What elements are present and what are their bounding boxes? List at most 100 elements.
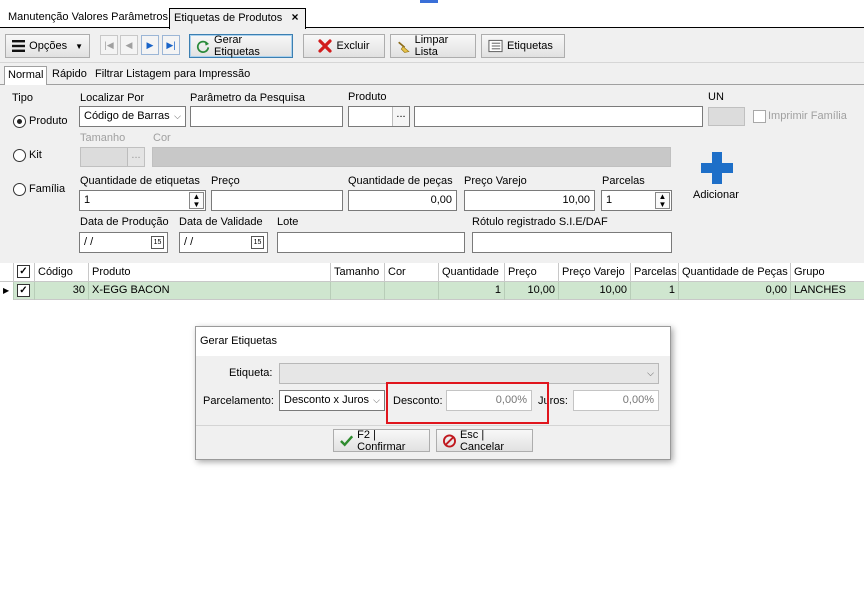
check-icon[interactable]: ✓ xyxy=(17,284,30,297)
nav-first-button[interactable]: |◀ xyxy=(100,35,118,55)
dialog-title: Gerar Etiquetas xyxy=(196,327,670,356)
radio-familia[interactable] xyxy=(13,183,26,196)
etiqueta-select[interactable]: ⌵ xyxy=(279,363,659,384)
radio-produto[interactable] xyxy=(13,115,26,128)
parcelas-label: Parcelas xyxy=(602,175,645,187)
nav-last-button[interactable]: ▶| xyxy=(162,35,180,55)
col-parcelas[interactable]: Parcelas xyxy=(631,263,679,282)
subtab-filtrar-listagem[interactable]: Filtrar Listagem para Impressão xyxy=(92,66,253,85)
radio-kit[interactable] xyxy=(13,149,26,162)
calendar-icon[interactable]: 15 xyxy=(251,236,264,249)
lote-input[interactable] xyxy=(277,232,465,253)
grid-select-all[interactable]: ✓ xyxy=(14,263,35,282)
localizar-por-select[interactable]: Código de Barras ⌵ xyxy=(79,106,186,127)
table-row[interactable]: ▶ ✓ 30 X-EGG BACON 1 10,00 10,00 1 0,00 … xyxy=(0,282,864,300)
cancelar-button[interactable]: Esc | Cancelar xyxy=(436,429,533,453)
col-grupo[interactable]: Grupo xyxy=(791,263,864,282)
etiquetas-button[interactable]: Etiquetas xyxy=(481,34,565,58)
preco-varejo-input[interactable]: 10,00 xyxy=(464,190,595,211)
row-pointer-icon: ▶ xyxy=(0,282,14,300)
cell-preco-varejo: 10,00 xyxy=(559,282,631,300)
row-select-cell[interactable]: ✓ xyxy=(14,282,35,300)
col-quantidade[interactable]: Quantidade xyxy=(439,263,505,282)
col-tamanho[interactable]: Tamanho xyxy=(331,263,385,282)
parcelamento-label: Parcelamento: xyxy=(203,395,274,407)
data-validade-label: Data de Validade xyxy=(179,216,263,228)
cell-qtd-pecas: 0,00 xyxy=(679,282,791,300)
cell-produto: X-EGG BACON xyxy=(89,282,331,300)
excluir-button[interactable]: Excluir xyxy=(303,34,385,58)
refresh-icon xyxy=(196,40,210,53)
confirmar-label: F2 | Confirmar xyxy=(357,428,406,453)
spinner-icon[interactable]: ▲ ▼ xyxy=(655,192,670,209)
calendar-icon[interactable]: 15 xyxy=(151,236,164,249)
gerar-etiquetas-button[interactable]: Gerar Etiquetas xyxy=(189,34,293,58)
highlight-box xyxy=(386,382,549,424)
produto-lookup-button[interactable]: ... xyxy=(392,107,409,126)
un-label: UN xyxy=(708,91,724,103)
chevron-down-icon: ⌵ xyxy=(647,368,654,378)
cor-label: Cor xyxy=(153,132,171,144)
qtd-pecas-input[interactable]: 0,00 xyxy=(348,190,457,211)
cor-input xyxy=(152,147,671,167)
cell-cor xyxy=(385,282,439,300)
col-cor[interactable]: Cor xyxy=(385,263,439,282)
etiqueta-label: Etiqueta: xyxy=(229,367,273,379)
tamanho-input: ... xyxy=(80,147,145,167)
tab-manutencao-valores[interactable]: Manutenção Valores Parâmetros xyxy=(4,8,172,28)
data-validade-input[interactable]: / / 15 xyxy=(179,232,268,253)
parcelamento-select[interactable]: Desconto x Juros ⌵ xyxy=(279,390,385,411)
produto-code-input[interactable]: ... xyxy=(348,106,410,127)
hamburger-icon xyxy=(12,40,26,52)
subtab-rapido[interactable]: Rápido xyxy=(49,66,90,85)
excluir-label: Excluir xyxy=(336,40,370,52)
qtd-etiquetas-input[interactable]: 1 ▲ ▼ xyxy=(79,190,206,211)
limpar-lista-label: Limpar Lista xyxy=(414,34,449,58)
confirmar-button[interactable]: F2 | Confirmar xyxy=(333,428,430,453)
col-codigo[interactable]: Código xyxy=(35,263,89,282)
options-label: Opções xyxy=(29,40,68,52)
check-icon[interactable]: ✓ xyxy=(17,265,30,278)
window-marker xyxy=(420,0,438,3)
document-tab-bar: Manutenção Valores Parâmetros Etiquetas … xyxy=(0,5,864,29)
col-preco-varejo[interactable]: Preço Varejo xyxy=(559,263,631,282)
preco-input[interactable] xyxy=(211,190,343,211)
produto-description-input[interactable] xyxy=(414,106,703,127)
juros-input[interactable]: 0,00% xyxy=(573,390,659,411)
parametro-input[interactable] xyxy=(190,106,343,127)
grid-indicator-header xyxy=(0,263,14,282)
data-producao-input[interactable]: / / 15 xyxy=(79,232,168,253)
options-button[interactable]: Opções ▼ xyxy=(5,34,90,58)
close-tab-icon[interactable]: × xyxy=(288,11,302,25)
grid-header: ✓ Código Produto Tamanho Cor Quantidade … xyxy=(0,263,864,282)
col-produto[interactable]: Produto xyxy=(89,263,331,282)
cell-preco: 10,00 xyxy=(505,282,559,300)
cancel-icon xyxy=(443,434,456,447)
imprimir-familia-checkbox[interactable] xyxy=(753,110,766,123)
adicionar-button[interactable] xyxy=(699,150,735,186)
check-icon xyxy=(340,434,354,447)
nav-prev-button[interactable]: ◀ xyxy=(120,35,138,55)
radio-produto-label: Produto xyxy=(29,115,68,127)
cell-grupo: LANCHES xyxy=(794,284,846,296)
chevron-down-icon: ▼ xyxy=(75,41,83,51)
col-qtd-pecas[interactable]: Quantidade de Peças xyxy=(679,263,791,282)
imprimir-familia-label: Imprimir Família xyxy=(768,110,847,122)
nav-next-button[interactable]: ▶ xyxy=(141,35,159,55)
parcelamento-value: Desconto x Juros xyxy=(284,394,369,406)
data-producao-value: / / xyxy=(84,236,94,248)
parcelas-value: 1 xyxy=(606,194,613,206)
qtd-pecas-label: Quantidade de peças xyxy=(348,175,453,187)
rotulo-input[interactable] xyxy=(472,232,672,253)
plus-icon xyxy=(701,152,733,184)
subtab-normal[interactable]: Normal xyxy=(4,66,48,86)
col-preco[interactable]: Preço xyxy=(505,263,559,282)
preco-label: Preço xyxy=(211,175,240,187)
limpar-lista-button[interactable]: Limpar Lista xyxy=(390,34,476,58)
tab-etiquetas-produtos[interactable]: Etiquetas de Produtos × xyxy=(169,8,306,29)
tamanho-label: Tamanho xyxy=(80,132,126,144)
radio-familia-label: Família xyxy=(29,183,66,195)
etiquetas-label: Etiquetas xyxy=(507,40,553,52)
parcelas-input[interactable]: 1 ▲ ▼ xyxy=(601,190,672,211)
spinner-icon[interactable]: ▲ ▼ xyxy=(189,192,204,209)
